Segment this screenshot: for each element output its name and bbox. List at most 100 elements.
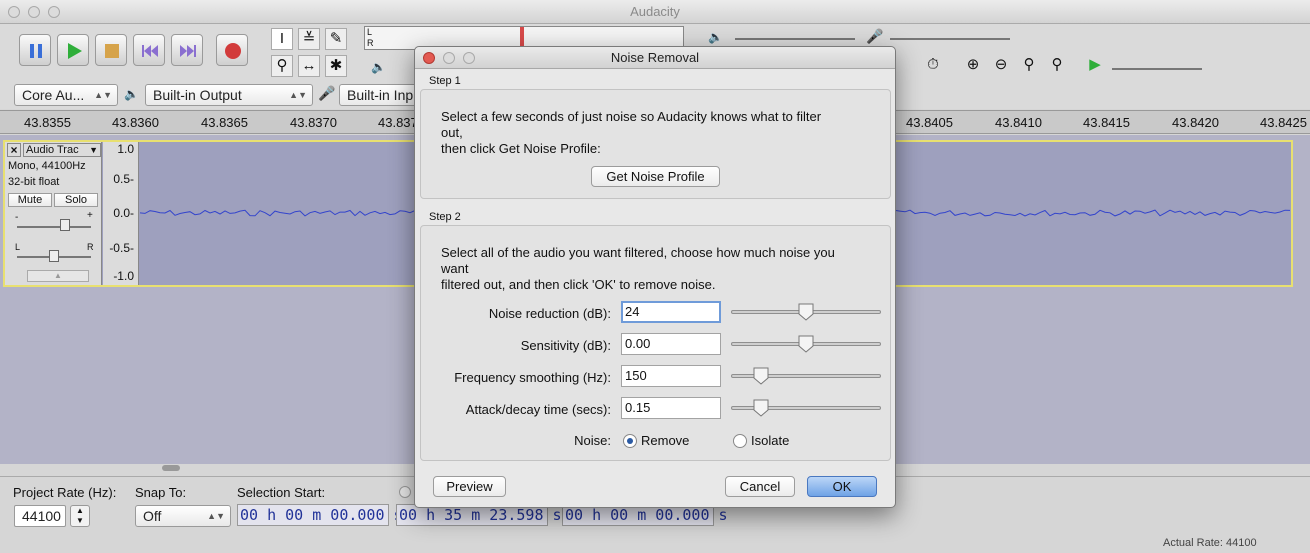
- ok-button[interactable]: OK: [807, 476, 877, 497]
- skip-start-button[interactable]: [133, 34, 165, 66]
- sync-lock-button[interactable]: ⏱: [922, 55, 944, 77]
- selection-tool[interactable]: I: [271, 28, 293, 50]
- close-icon: ×: [10, 143, 18, 157]
- ruler-tick: 43.8415: [1083, 115, 1130, 130]
- fit-project-icon: ⚲: [1051, 56, 1063, 73]
- get-noise-profile-button[interactable]: Get Noise Profile: [591, 166, 720, 187]
- slider-thumb[interactable]: [798, 303, 814, 321]
- input-device-select[interactable]: Built-in Inp: [339, 84, 419, 106]
- isolate-radio[interactable]: [733, 434, 747, 448]
- attack-decay-slider[interactable]: [731, 399, 883, 417]
- zoom-tool[interactable]: ⚲: [271, 55, 293, 77]
- preview-button[interactable]: Preview: [433, 476, 506, 497]
- audio-position-value: 00 h 00 m 00.000 s: [565, 506, 728, 524]
- gain-plus-label: +: [87, 210, 93, 221]
- selection-start-time[interactable]: 00 h 00 m 00.000 s: [237, 504, 403, 526]
- step2-label: Step 2: [429, 211, 461, 223]
- track-control-panel: × Audio Trac ▼ Mono, 44100Hz 32-bit float…: [5, 142, 102, 285]
- zoom-window-icon[interactable]: [48, 6, 60, 18]
- pause-button[interactable]: [19, 34, 51, 66]
- record-volume-slider[interactable]: [890, 38, 1010, 40]
- step1-group: Select a few seconds of just noise so Au…: [420, 89, 891, 199]
- gain-slider-thumb[interactable]: [60, 219, 70, 231]
- chevron-updown-icon: ▲▼: [207, 511, 225, 521]
- noise-reduction-input[interactable]: 24: [621, 301, 721, 323]
- chevron-updown-icon: ▲▼: [76, 506, 84, 525]
- frequency-smoothing-slider[interactable]: [731, 367, 883, 385]
- radio-selected-dot: [627, 438, 633, 444]
- isolate-radio-label[interactable]: Isolate: [751, 433, 789, 448]
- sensitivity-slider[interactable]: [731, 335, 883, 353]
- snap-to-value: Off: [143, 508, 162, 524]
- speaker-icon: 🔈: [371, 60, 386, 74]
- envelope-tool[interactable]: ≚: [298, 28, 320, 50]
- audio-host-select[interactable]: Core Au... ▲▼: [14, 84, 118, 106]
- selection-start-value: 00 h 00 m 00.000 s: [240, 506, 403, 524]
- play-speed-slider[interactable]: [1112, 68, 1202, 70]
- skip-end-button[interactable]: [171, 34, 203, 66]
- remove-radio-label[interactable]: Remove: [641, 433, 689, 448]
- project-rate-stepper[interactable]: ▲ ▼: [70, 505, 90, 527]
- end-radio[interactable]: [399, 486, 411, 498]
- record-button[interactable]: [216, 34, 248, 66]
- scrollbar-thumb[interactable]: [162, 465, 180, 471]
- stop-button[interactable]: [95, 34, 127, 66]
- chevron-updown-icon: ▲▼: [289, 90, 307, 100]
- audio-host-value: Core Au...: [22, 87, 85, 103]
- noise-reduction-slider[interactable]: [731, 303, 883, 321]
- attack-decay-input[interactable]: 0.15: [621, 397, 721, 419]
- remove-radio[interactable]: [623, 434, 637, 448]
- step2-instructions-line2: want: [441, 261, 469, 276]
- fit-selection-button[interactable]: ⚲: [1018, 55, 1040, 77]
- multi-tool[interactable]: ✱: [325, 55, 347, 77]
- solo-button[interactable]: Solo: [54, 193, 98, 207]
- meter-right-label: R: [367, 38, 374, 48]
- actual-rate-status: Actual Rate: 44100: [1163, 537, 1257, 549]
- zoom-in-button[interactable]: ⊕: [962, 55, 984, 77]
- track-name: Audio Trac: [26, 144, 79, 156]
- cancel-button[interactable]: Cancel: [725, 476, 795, 497]
- noise-reduction-label: Noise reduction (dB):: [488, 306, 611, 321]
- attack-decay-label: Attack/decay time (secs):: [465, 402, 611, 417]
- play-button[interactable]: [57, 34, 89, 66]
- sensitivity-input[interactable]: 0.00: [621, 333, 721, 355]
- slider-thumb[interactable]: [753, 399, 769, 417]
- frequency-smoothing-input[interactable]: 150: [621, 365, 721, 387]
- timeshift-tool[interactable]: ↔: [298, 55, 320, 77]
- zoom-out-button[interactable]: ⊖: [990, 55, 1012, 77]
- selection-start-label: Selection Start:: [237, 485, 326, 500]
- slider-thumb[interactable]: [798, 335, 814, 353]
- output-device-value: Built-in Output: [153, 87, 242, 103]
- close-window-icon[interactable]: [8, 6, 20, 18]
- track-close-button[interactable]: ×: [7, 143, 21, 157]
- minimize-window-icon[interactable]: [28, 6, 40, 18]
- meter-left-label: L: [367, 27, 373, 37]
- playback-volume-slider[interactable]: [735, 38, 855, 40]
- gain-slider[interactable]: [17, 226, 91, 228]
- mute-button[interactable]: Mute: [8, 193, 52, 207]
- zoom-in-icon: ⊕: [966, 56, 980, 73]
- pan-slider-thumb[interactable]: [49, 250, 59, 262]
- ruler-tick: 43.8425: [1260, 115, 1307, 130]
- output-device-select[interactable]: Built-in Output ▲▼: [145, 84, 313, 106]
- skip-start-icon: [142, 45, 158, 57]
- step2-group: Select all of the audio you want filtere…: [420, 225, 891, 461]
- step1-label: Step 1: [429, 75, 461, 87]
- collapse-track-button[interactable]: ▲: [27, 270, 89, 282]
- project-rate-label: Project Rate (Hz):: [13, 485, 117, 500]
- track-name-menu[interactable]: Audio Trac ▼: [23, 143, 101, 157]
- ruler-tick: 43.8355: [24, 115, 71, 130]
- draw-tool[interactable]: ✎: [325, 28, 347, 50]
- project-rate-input[interactable]: 44100: [14, 505, 66, 527]
- dialog-close-icon[interactable]: [423, 52, 435, 64]
- ruler-tick: 43.8360: [112, 115, 159, 130]
- input-device-value: Built-in Inp: [347, 87, 414, 103]
- frequency-smoothing-label: Frequency smoothing (Hz):: [454, 370, 611, 385]
- step2-instructions-line3: filtered out, and then click 'OK' to rem…: [441, 277, 716, 292]
- fit-project-button[interactable]: ⚲: [1046, 55, 1068, 77]
- snap-to-select[interactable]: Off ▲▼: [135, 505, 231, 527]
- vertical-scale: 1.0 0.5- 0.0- -0.5- -1.0: [103, 142, 139, 285]
- play-at-speed-button[interactable]: ▶: [1084, 55, 1106, 77]
- slider-thumb[interactable]: [753, 367, 769, 385]
- dialog-zoom-icon: [463, 52, 475, 64]
